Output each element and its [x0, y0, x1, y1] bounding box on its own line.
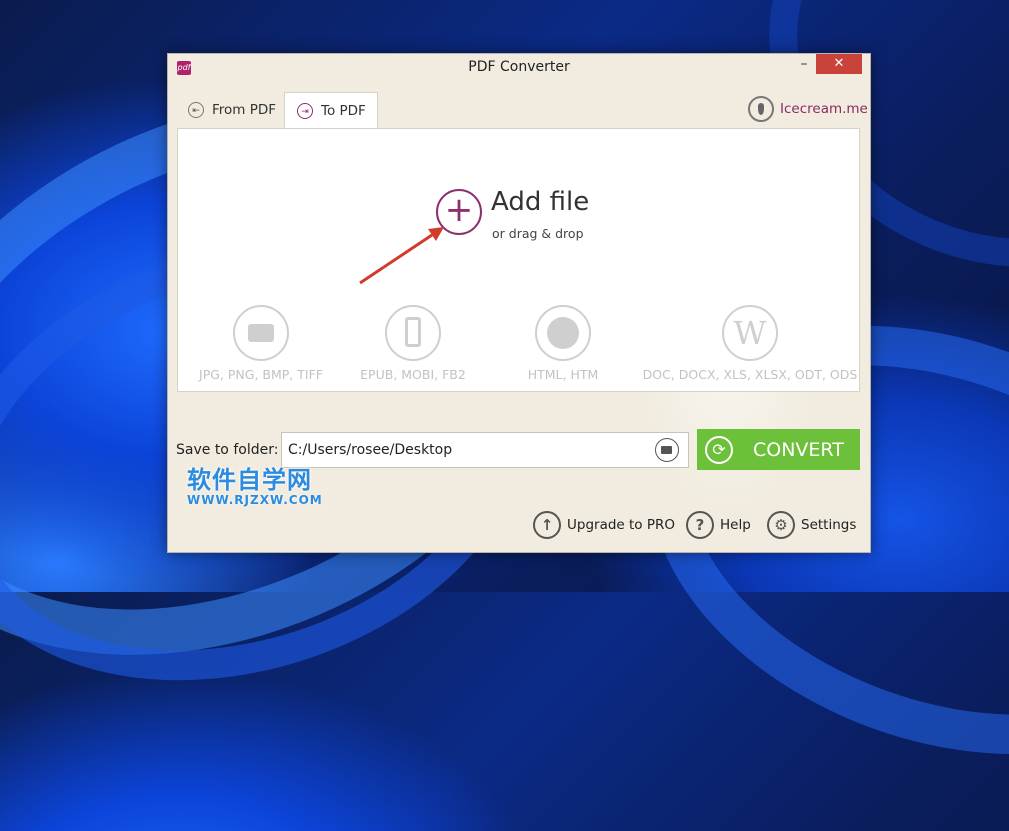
title-bar[interactable]: pdf PDF Converter – ✕: [168, 54, 870, 82]
format-ebooks: EPUB, MOBI, FB2: [348, 305, 478, 382]
icecream-label: Icecream.me: [780, 101, 868, 117]
drag-drop-hint: or drag & drop: [492, 226, 584, 241]
pdf-converter-window: pdf PDF Converter – ✕ ⇤ From PDF ⇥ To PD…: [167, 53, 871, 553]
browse-folder-icon[interactable]: [655, 438, 679, 462]
word-icon: W: [722, 305, 778, 361]
format-web: HTML, HTM: [498, 305, 628, 382]
arrow-up-icon: ↑: [533, 511, 561, 539]
upgrade-button[interactable]: ↑ Upgrade to PRO: [533, 511, 675, 539]
convert-button[interactable]: ⟳ CONVERT: [697, 429, 860, 470]
convert-label: CONVERT: [753, 438, 844, 461]
settings-label: Settings: [801, 517, 857, 533]
format-office: W DOC, DOCX, XLS, XLSX, ODT, ODS: [640, 305, 860, 382]
save-folder-label: Save to folder:: [176, 442, 279, 458]
tab-to-pdf[interactable]: ⇥ To PDF: [284, 92, 378, 128]
camera-icon: [233, 305, 289, 361]
window-title: PDF Converter: [468, 59, 570, 75]
refresh-icon: ⟳: [705, 435, 733, 464]
close-button[interactable]: ✕: [816, 54, 862, 74]
help-label: Help: [720, 517, 751, 533]
format-label: HTML, HTM: [527, 367, 599, 382]
minimize-button[interactable]: –: [792, 56, 816, 76]
to-pdf-icon: ⇥: [297, 102, 313, 119]
format-label: EPUB, MOBI, FB2: [360, 367, 466, 382]
help-icon: ?: [686, 511, 714, 539]
watermark: 软件自学网 WWW.RJZXW.COM: [187, 460, 323, 507]
settings-button[interactable]: ⚙ Settings: [767, 511, 856, 539]
add-file-button[interactable]: Add file: [491, 187, 589, 217]
format-images: JPG, PNG, BMP, TIFF: [196, 305, 326, 382]
phone-icon: [385, 305, 441, 361]
upgrade-label: Upgrade to PRO: [567, 517, 675, 533]
format-label: DOC, DOCX, XLS, XLSX, ODT, ODS: [642, 367, 858, 382]
from-pdf-icon: ⇤: [188, 102, 204, 118]
format-label: JPG, PNG, BMP, TIFF: [199, 367, 323, 382]
watermark-url: WWW.RJZXW.COM: [187, 493, 323, 507]
watermark-text: 软件自学网: [187, 466, 312, 494]
icecream-link[interactable]: Icecream.me: [748, 96, 868, 122]
tab-label: From PDF: [212, 102, 277, 118]
tab-from-pdf[interactable]: ⇤ From PDF: [178, 92, 288, 128]
icecream-icon: [748, 96, 774, 122]
gear-icon: ⚙: [767, 511, 795, 539]
help-button[interactable]: ? Help: [686, 511, 751, 539]
save-folder-input[interactable]: [281, 432, 689, 468]
drop-area[interactable]: + Add file or drag & drop JPG, PNG, BMP,…: [177, 128, 860, 392]
tab-label: To PDF: [321, 102, 366, 119]
annotation-arrow-icon: [359, 227, 444, 285]
globe-icon: [535, 305, 591, 361]
